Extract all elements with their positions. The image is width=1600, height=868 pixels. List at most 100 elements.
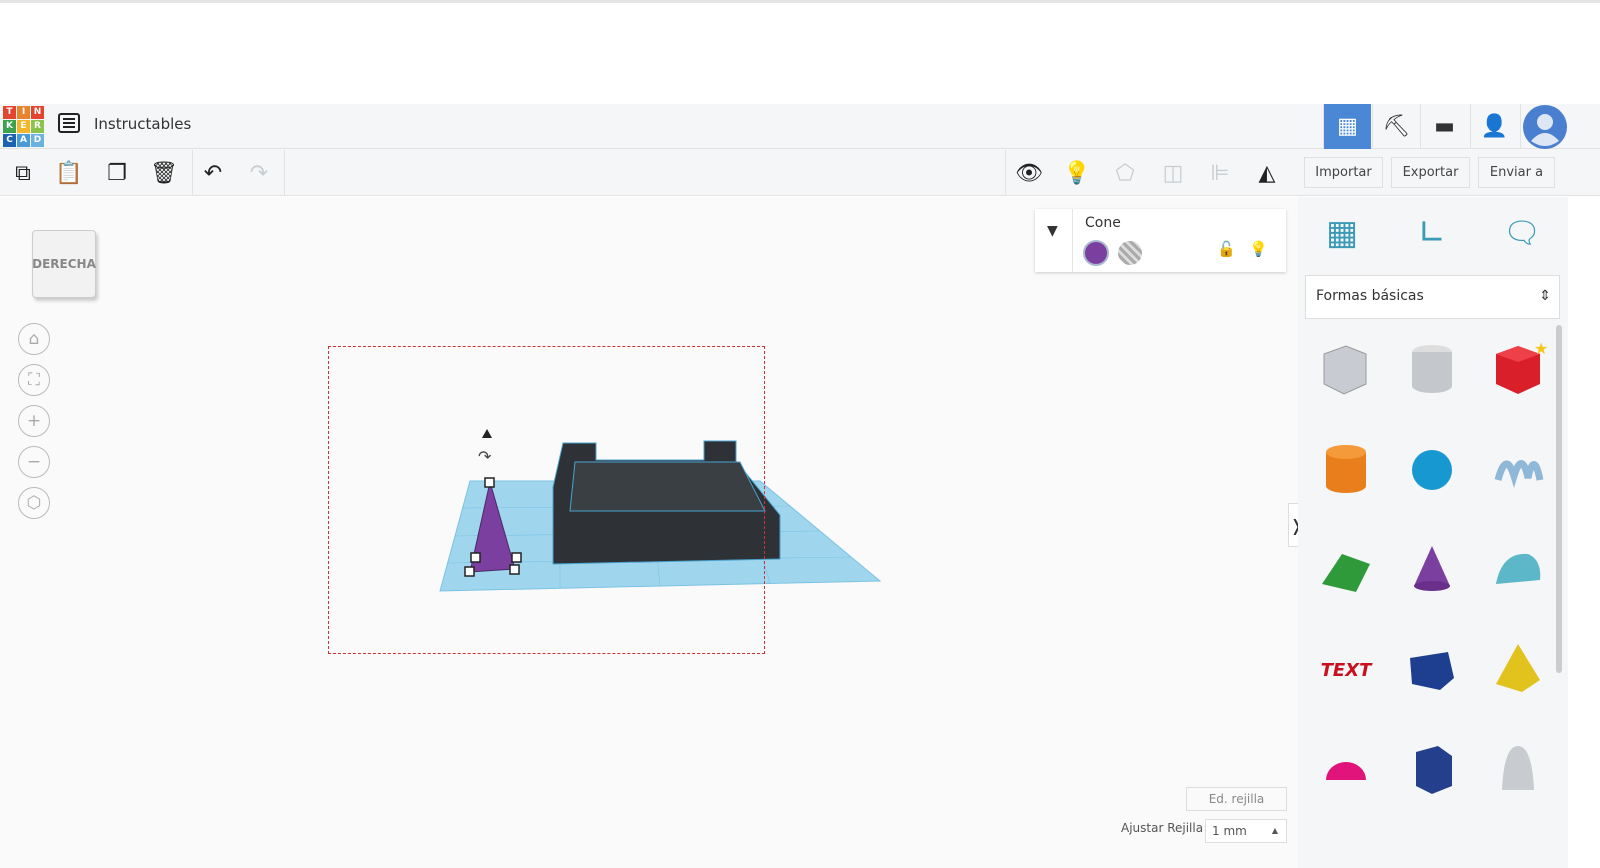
workplane-icon: ▦ [1325,213,1359,253]
snap-value: 1 mm [1212,824,1247,838]
ruler-tool[interactable]: ∟ [1402,203,1462,263]
snap-grid-select[interactable]: 1 mm ▲ [1205,819,1287,843]
panel-scrollbar[interactable] [1556,325,1562,673]
shape-scribble[interactable] [1488,440,1548,500]
round-roof-icon [1496,553,1541,584]
shape-cylinder[interactable] [1316,440,1376,500]
mirror-button[interactable]: ◭ [1250,156,1284,190]
send-to-button[interactable]: Enviar a [1478,157,1555,188]
text-shape-label: TEXT [1320,659,1372,681]
grid-icon: ▦ [1337,114,1358,139]
divider [1072,209,1073,272]
mirror-icon: ◭ [1258,160,1276,186]
undo-button[interactable]: ↶ [196,156,230,190]
avatar-icon [1522,104,1567,149]
shape-roof[interactable] [1316,540,1376,600]
box-icon: ★ [1496,340,1548,394]
hole-button[interactable] [1118,241,1142,265]
pickaxe-icon: ⛏ [1382,114,1411,139]
visibility-bulb-icon[interactable]: 💡 [1249,240,1268,258]
shape-box-hole[interactable] [1316,340,1376,400]
shape-pyramid[interactable] [1488,640,1548,700]
copy-icon: ⧉ [15,160,31,186]
svg-text:★: ★ [1534,340,1548,358]
lightbulb-icon: 💡 [1063,160,1091,186]
divider [192,150,193,195]
snap-grid-label: Ajustar Rejilla [1121,821,1204,835]
design-list-icon[interactable] [58,113,80,133]
shape-polygon[interactable] [1402,640,1462,700]
sphere-icon [1412,450,1452,490]
shape-category-select[interactable]: Formas básicas ⇕ [1305,275,1560,319]
redo-button[interactable]: ↷ [242,156,276,190]
scribble-icon [1494,460,1544,488]
align-button[interactable]: ⊫ [1203,156,1237,190]
logo-letter: I [17,106,30,119]
half-sphere-icon [1326,762,1366,780]
edit-grid-button[interactable]: Ed. rejilla [1186,787,1287,811]
redo-icon: ↷ [249,160,269,186]
invite-user-button[interactable]: 👤 [1470,104,1518,149]
caret-up-icon: ▲ [1271,826,1278,835]
logo-letter: N [31,106,44,119]
paste-icon: 📋 [55,160,83,186]
group-icon: ⬠ [1115,160,1135,186]
tinkercad-logo[interactable]: T I N K E R C A D [3,106,44,147]
bricks-view-button[interactable]: ▬ [1420,104,1468,149]
duplicate-button[interactable]: ❐ [100,156,134,190]
show-all-button[interactable]: 💡 [1060,156,1094,190]
divider [284,150,285,195]
3d-design-view-button[interactable]: ▦ [1323,104,1371,149]
shape-round-roof[interactable] [1488,540,1548,600]
shape-hexagonal-prism[interactable] [1402,740,1462,800]
logo-letter: E [17,120,30,133]
paste-button[interactable]: 📋 [52,156,86,190]
export-button[interactable]: Exportar [1391,157,1470,188]
shape-half-sphere[interactable] [1316,740,1376,800]
category-label: Formas básicas [1316,288,1424,304]
workplane-tool[interactable]: ▦ [1312,203,1372,263]
ungroup-button[interactable]: ◫ [1156,156,1190,190]
logo-letter: R [31,120,44,133]
profile-avatar[interactable] [1520,104,1568,149]
shape-box[interactable]: ★ [1488,340,1548,400]
browser-edge [0,0,1600,3]
shape-cone[interactable] [1402,540,1462,600]
shape-cylinder-hole[interactable] [1402,340,1462,400]
minecraft-view-button[interactable]: ⛏ [1372,104,1420,149]
design-title[interactable]: Instructables [94,115,191,133]
trash-icon: 🗑 [150,160,178,186]
note-icon: 🗨 [1502,215,1542,251]
logo-letter: T [3,106,16,119]
roof-icon [1322,554,1370,592]
eye-comment-icon: 👁 [1015,160,1043,186]
selection-box [328,346,765,654]
notes-visibility-button[interactable]: 👁 [1012,156,1046,190]
logo-letter: D [31,134,44,147]
pyramid-icon [1496,644,1540,692]
collapse-inspector-icon[interactable]: ▼ [1047,223,1058,239]
delete-button[interactable]: 🗑 [147,156,181,190]
solid-color-button[interactable] [1083,240,1109,266]
shape-text[interactable]: TEXT [1316,640,1376,700]
paraboloid-icon [1502,746,1534,790]
divider [1005,150,1006,195]
logo-letter: C [3,134,16,147]
group-button[interactable]: ⬠ [1108,156,1142,190]
select-arrows-icon: ⇕ [1539,288,1551,304]
notes-tool[interactable]: 🗨 [1492,203,1552,263]
import-button[interactable]: Importar [1304,157,1383,188]
brick-icon: ▬ [1434,114,1455,139]
shape-paraboloid[interactable] [1488,740,1548,800]
align-icon: ⊫ [1210,160,1230,186]
copy-button[interactable]: ⧉ [6,156,40,190]
logo-letter: A [17,134,30,147]
cylinder-hole-icon [1412,345,1452,393]
undo-icon: ↶ [203,160,223,186]
hexagonal-prism-icon [1416,746,1452,794]
ungroup-icon: ◫ [1162,160,1184,186]
lock-icon[interactable]: 🔓 [1217,240,1236,258]
polygon-icon [1410,652,1454,690]
duplicate-icon: ❐ [107,160,127,186]
shape-sphere[interactable] [1402,440,1462,500]
